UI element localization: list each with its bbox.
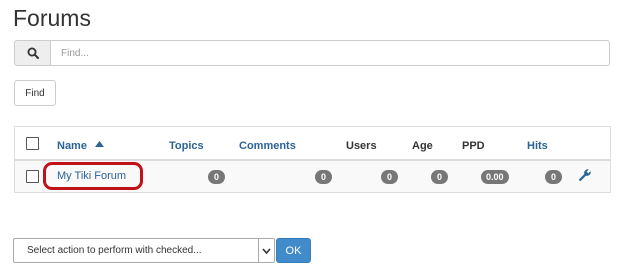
table-header-row: Name Topics Comments Users Age PPD Hits [15, 127, 610, 161]
page-title: Forums [13, 5, 91, 31]
ppd-badge: 0.00 [481, 170, 509, 184]
wrench-icon[interactable] [578, 168, 592, 186]
bulk-action-label: Select action to perform with checked... [27, 245, 202, 256]
header-comments[interactable]: Comments [239, 139, 296, 153]
header-users: Users [346, 140, 377, 152]
search-group [14, 40, 610, 66]
row-checkbox[interactable] [26, 170, 39, 183]
age-badge: 0 [431, 170, 448, 184]
header-ppd: PPD [462, 140, 485, 152]
header-topics[interactable]: Topics [169, 139, 204, 153]
search-input[interactable] [50, 40, 610, 66]
table-row: My Tiki Forum 0 0 0 0 0.00 0 [15, 161, 610, 192]
forums-table: Name Topics Comments Users Age PPD Hits … [14, 126, 611, 193]
bulk-action-select[interactable]: Select action to perform with checked... [13, 238, 275, 263]
select-all-checkbox[interactable] [26, 137, 39, 150]
hits-badge: 0 [545, 170, 562, 184]
comments-badge: 0 [315, 170, 332, 184]
chevron-down-icon [258, 239, 274, 262]
ok-button[interactable]: OK [276, 238, 311, 263]
forum-link[interactable]: My Tiki Forum [57, 169, 126, 183]
search-icon [14, 40, 50, 66]
topics-badge: 0 [208, 170, 225, 184]
header-name[interactable]: Name [57, 139, 87, 153]
users-badge: 0 [381, 170, 398, 184]
header-age: Age [412, 140, 433, 152]
find-button[interactable]: Find [14, 80, 56, 106]
sort-ascending-icon[interactable] [95, 137, 104, 151]
header-hits[interactable]: Hits [527, 139, 548, 153]
